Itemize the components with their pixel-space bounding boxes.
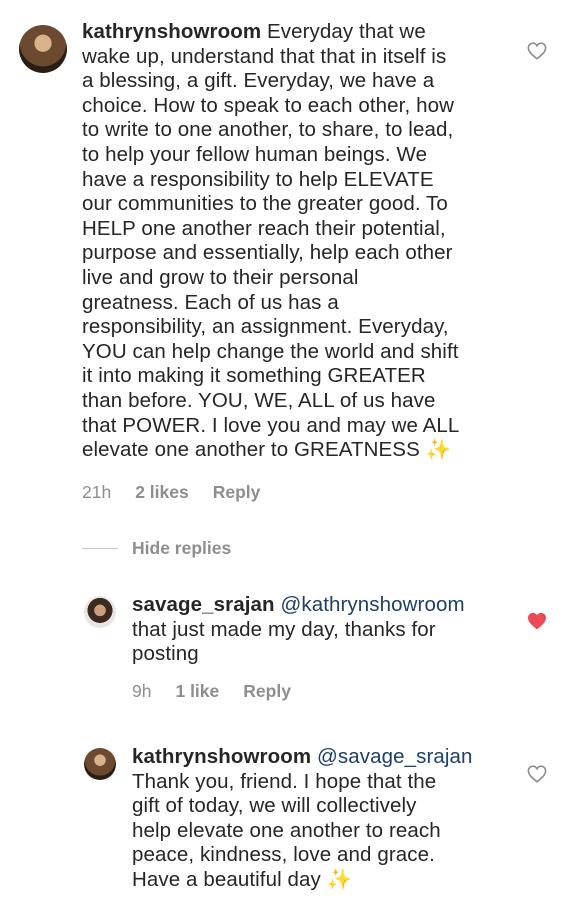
avatar[interactable]: [19, 25, 67, 73]
comment-text: savage_srajan @kathrynshowroom that just…: [132, 593, 502, 667]
comment-mention[interactable]: @kathrynshowroom: [280, 593, 464, 616]
comment-time: 21h: [82, 482, 112, 502]
comment-mention[interactable]: @savage_srajan: [317, 745, 473, 768]
comment-body: Thank you, friend. I hope that the gift …: [132, 769, 441, 891]
comment-username[interactable]: kathrynshowroom: [82, 20, 261, 43]
hide-replies-toggle[interactable]: Hide replies: [82, 538, 231, 558]
avatar[interactable]: [84, 596, 116, 628]
heart-outline-icon[interactable]: [527, 42, 547, 60]
divider-line: [82, 547, 118, 549]
heart-outline-icon[interactable]: [527, 765, 547, 783]
heart-filled-icon[interactable]: [527, 612, 547, 630]
comment-text: kathrynshowroom Everyday that we wake up…: [82, 20, 502, 463]
comment-meta: 21h 2 likes Reply: [82, 482, 284, 503]
comment-meta: 9h 1 like Reply: [132, 681, 315, 702]
reply-button[interactable]: Reply: [213, 482, 261, 502]
avatar[interactable]: [84, 748, 116, 780]
comment-username[interactable]: savage_srajan: [132, 593, 275, 616]
comment-text: kathrynshowroom @savage_srajan Thank you…: [132, 745, 502, 893]
comment-username[interactable]: kathrynshowroom: [132, 745, 311, 768]
reply-button[interactable]: Reply: [243, 681, 291, 701]
comment-time: 9h: [132, 681, 152, 701]
comment-likes[interactable]: 1 like: [175, 681, 219, 701]
comment-body: that just made my day, thanks for postin…: [132, 617, 436, 666]
hide-replies-label[interactable]: Hide replies: [132, 538, 231, 559]
comment-likes[interactable]: 2 likes: [135, 482, 189, 502]
comment-body: Everyday that we wake up, understand tha…: [82, 20, 460, 462]
